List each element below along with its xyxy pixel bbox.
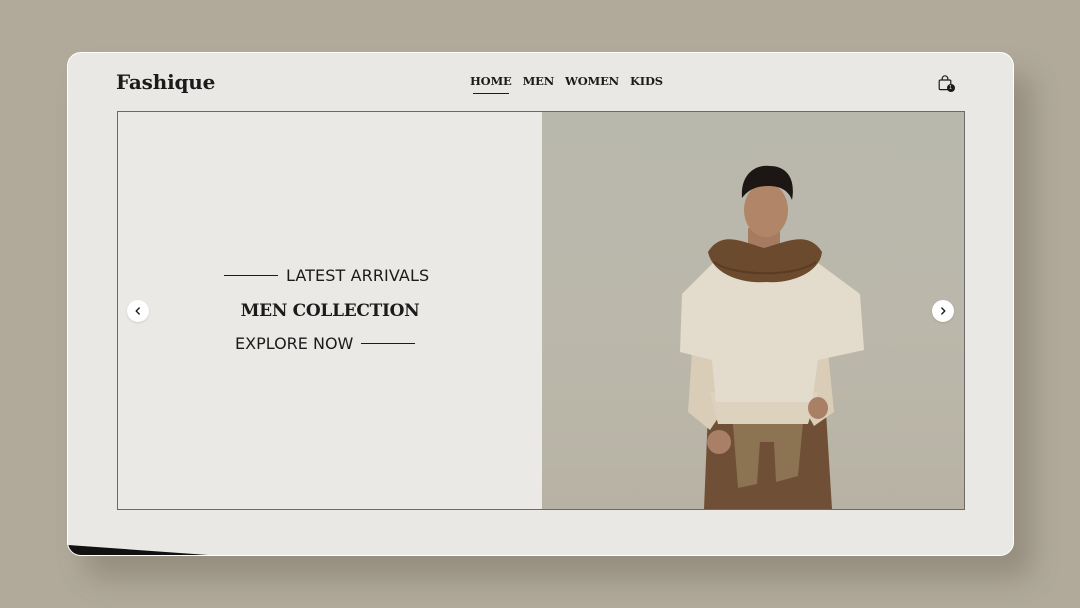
explore-now-link[interactable]: EXPLORE NOW xyxy=(235,334,416,353)
cart-button[interactable]: 1 xyxy=(938,75,958,95)
nav-item-women[interactable]: WOMEN xyxy=(565,74,619,94)
model-face xyxy=(744,183,788,237)
hero-banner: LATEST ARRIVALS MEN COLLECTION EXPLORE N… xyxy=(117,111,965,510)
decorative-stripe xyxy=(68,545,208,555)
hero-headline: MEN COLLECTION xyxy=(240,301,420,321)
carousel-prev-button[interactable] xyxy=(127,300,149,322)
main-nav: HOME MEN WOMEN KIDS xyxy=(470,74,663,94)
cta-text: EXPLORE NOW xyxy=(235,334,354,353)
hero-text-panel: LATEST ARRIVALS MEN COLLECTION EXPLORE N… xyxy=(118,112,542,509)
hero-image xyxy=(542,112,964,509)
app-window: Fashique HOME MEN WOMEN KIDS 1 LATEST AR… xyxy=(67,52,1014,556)
cart-count-badge: 1 xyxy=(946,84,955,92)
chevron-left-icon xyxy=(135,307,140,315)
chevron-right-icon xyxy=(941,307,946,315)
nav-item-home[interactable]: HOME xyxy=(470,74,512,94)
hero-tagline: LATEST ARRIVALS xyxy=(224,266,429,285)
tagline-divider xyxy=(224,275,278,276)
carousel-next-button[interactable] xyxy=(932,300,954,322)
nav-item-men[interactable]: MEN xyxy=(523,74,555,94)
tagline-text: LATEST ARRIVALS xyxy=(286,266,430,285)
brand-logo[interactable]: Fashique xyxy=(116,70,215,94)
nav-item-kids[interactable]: KIDS xyxy=(630,74,663,94)
cta-divider xyxy=(361,343,416,344)
model-photo xyxy=(680,165,864,509)
